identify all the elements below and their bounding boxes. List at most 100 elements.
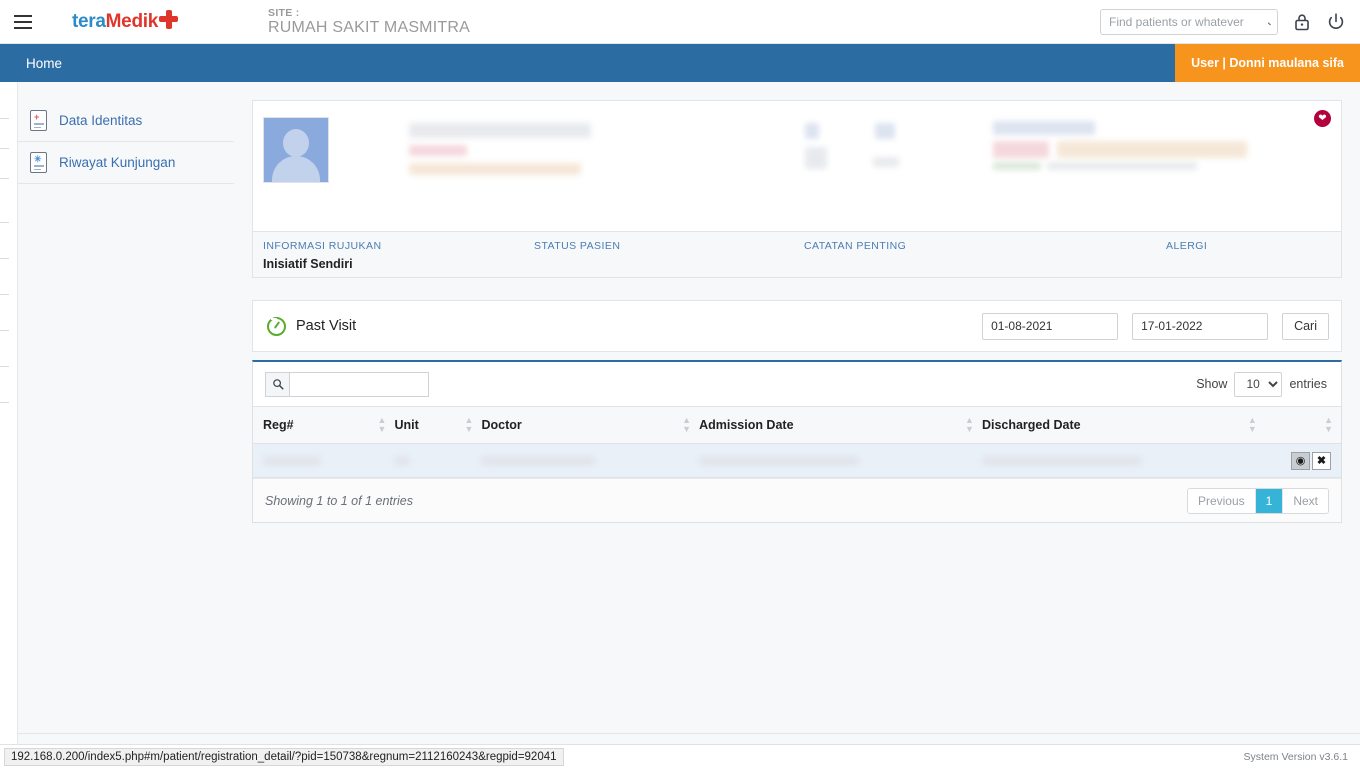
past-visit-table: Reg# ▲ ▼ Unit ▲ ▼ Doctor ▲ ▼ Admission D… (253, 406, 1341, 478)
patient-avatar (263, 117, 329, 183)
system-version-label: System Version v3.6.1 (1243, 751, 1348, 763)
user-badge[interactable]: User | Donni maulana sifa (1175, 44, 1360, 82)
top-right-controls (1100, 9, 1360, 35)
sort-icon: ▲ ▼ (682, 415, 692, 434)
column-header-doctor[interactable]: Doctor ▲ ▼ (481, 406, 700, 444)
patient-summary-panel: ❤ (252, 100, 1342, 232)
column-label: Doctor (481, 418, 522, 432)
status-url: 192.168.0.200/index5.php#m/patient/regis… (4, 748, 564, 766)
view-icon[interactable]: ◉ (1291, 451, 1310, 470)
document-asterisk-glyph: ✳ (34, 154, 42, 164)
medical-cross-icon (159, 9, 179, 29)
close-icon[interactable]: ✖ (1312, 451, 1331, 470)
application-window: tera Medik SITE : RUMAH SAKIT MASMITRA F… (0, 0, 1360, 768)
column-header-admission-date[interactable]: Admission Date ▲ ▼ (699, 406, 982, 444)
refresh-circle-icon[interactable] (267, 316, 286, 336)
sidebar-item-riwayat-kunjungan[interactable]: ✳ Riwayat Kunjungan (18, 142, 234, 184)
column-label: Reg# (263, 418, 294, 432)
meta-alergi: ALERGI (1166, 240, 1207, 257)
date-to-field[interactable] (1132, 312, 1310, 340)
cell-discharged-date (981, 443, 1265, 478)
sidebar-item-label: Riwayat Kunjungan (59, 155, 176, 170)
logo-text-tera: tera (72, 11, 106, 32)
left-edge-rail (0, 82, 18, 744)
cell-actions: ◉ ✖ (1264, 443, 1341, 478)
search-icon (265, 371, 289, 397)
sort-icon: ▲ ▼ (464, 415, 474, 434)
table-row[interactable]: ◉ ✖ (253, 443, 1341, 478)
patient-summary-row (253, 101, 1341, 197)
app-logo[interactable]: tera Medik (72, 9, 179, 33)
patient-meta-strip: INFORMASI RUJUKAN Inisiatif Sendiri STAT… (252, 232, 1342, 278)
document-cross-glyph: + (34, 112, 40, 122)
column-header-discharged-date[interactable]: Discharged Date ▲ ▼ (981, 406, 1265, 444)
table-search[interactable] (265, 371, 429, 397)
cell-unit (394, 443, 482, 478)
search-input[interactable] (1109, 15, 1264, 29)
cell-reg (253, 443, 395, 478)
past-visit-controls: Cari (982, 312, 1329, 340)
row-action-group: ◉ ✖ (1265, 451, 1341, 470)
global-search[interactable] (1100, 9, 1278, 35)
logo-text-medik: Medik (105, 11, 159, 32)
meta-value: Inisiatif Sendiri (263, 257, 353, 271)
column-label: Admission Date (699, 418, 794, 432)
lock-icon[interactable] (1292, 12, 1312, 32)
sidebar-item-label: Data Identitas (59, 113, 143, 128)
meta-label: STATUS PASIEN (534, 240, 621, 252)
power-icon[interactable] (1326, 12, 1346, 32)
entries-label: entries (1289, 377, 1327, 391)
main-content: ❤ INFORMASI RUJUKAN Inisiatif Sendiri ST… (252, 100, 1342, 523)
primary-navigation-bar: Home User | Donni maulana sifa (0, 44, 1360, 82)
sort-icon: ▲ ▼ (1324, 415, 1333, 434)
sort-icon: ▲ ▼ (1247, 415, 1257, 434)
meta-label: ALERGI (1166, 240, 1208, 252)
column-header-reg[interactable]: Reg# ▲ ▼ (253, 406, 395, 444)
document-asterisk-icon: ✳ (30, 152, 47, 173)
meta-label: CATATAN PENTING (804, 240, 907, 252)
pagination: Previous 1 Next (1186, 487, 1329, 514)
column-header-unit[interactable]: Unit ▲ ▼ (394, 406, 482, 444)
cell-doctor (481, 443, 700, 478)
meta-informasi-rujukan: INFORMASI RUJUKAN Inisiatif Sendiri (263, 240, 382, 271)
table-search-input[interactable] (289, 371, 429, 397)
search-icon[interactable] (1264, 12, 1271, 32)
past-visit-table-panel: Show 10 entries Reg# ▲ ▼ Unit ▲ ▼ Doctor… (252, 360, 1342, 523)
meta-status-pasien: STATUS PASIEN (534, 240, 620, 257)
sort-icon: ▲ ▼ (377, 415, 387, 434)
pagination-next[interactable]: Next (1283, 488, 1328, 513)
pagination-page-1[interactable]: 1 (1255, 488, 1284, 513)
table-body: ◉ ✖ (253, 443, 1341, 478)
date-to-input[interactable] (1133, 319, 1297, 333)
past-visit-title: Past Visit (296, 318, 357, 334)
nav-item-home[interactable]: Home (26, 44, 62, 82)
content-bottom-divider (18, 733, 1360, 734)
showing-entries-text: Showing 1 to 1 of 1 entries (265, 493, 414, 508)
table-header-row: Reg# ▲ ▼ Unit ▲ ▼ Doctor ▲ ▼ Admission D… (253, 406, 1341, 444)
pagination-previous[interactable]: Previous (1187, 488, 1256, 513)
top-header-bar: tera Medik SITE : RUMAH SAKIT MASMITRA (0, 0, 1360, 44)
date-from-input[interactable] (983, 319, 1147, 333)
past-visit-header: Past Visit 01-08-2021 17-01-2022 Cari (252, 300, 1342, 352)
column-header-blank-1[interactable]: ▲ ▼ (1264, 406, 1341, 444)
cell-admission-date (699, 443, 982, 478)
column-label: Unit (394, 418, 419, 432)
sidebar-item-data-identitas[interactable]: + Data Identitas (18, 100, 234, 142)
hamburger-menu-icon[interactable] (14, 15, 32, 29)
page-size-select[interactable]: 10 (1234, 371, 1283, 397)
site-info: SITE : RUMAH SAKIT MASMITRA (268, 7, 470, 37)
table-footer: Showing 1 to 1 of 1 entries Previous 1 N… (253, 478, 1341, 522)
site-name: RUMAH SAKIT MASMITRA (268, 18, 470, 36)
cari-button[interactable]: Cari (1282, 312, 1329, 340)
sidebar-menu: + Data Identitas ✳ Riwayat Kunjungan (18, 100, 234, 184)
show-entries-control: Show 10 entries (1196, 371, 1327, 397)
document-cross-icon: + (30, 110, 47, 131)
meta-label: INFORMASI RUJUKAN (263, 240, 382, 252)
patient-details-redacted (357, 117, 1341, 197)
table-toolbar: Show 10 entries (253, 362, 1341, 406)
date-from-field[interactable] (982, 312, 1160, 340)
sort-icon: ▲ ▼ (965, 415, 974, 434)
site-label: SITE : (268, 6, 300, 19)
table-head: Reg# ▲ ▼ Unit ▲ ▼ Doctor ▲ ▼ Admission D… (253, 406, 1341, 444)
meta-catatan-penting: CATATAN PENTING (804, 240, 906, 257)
